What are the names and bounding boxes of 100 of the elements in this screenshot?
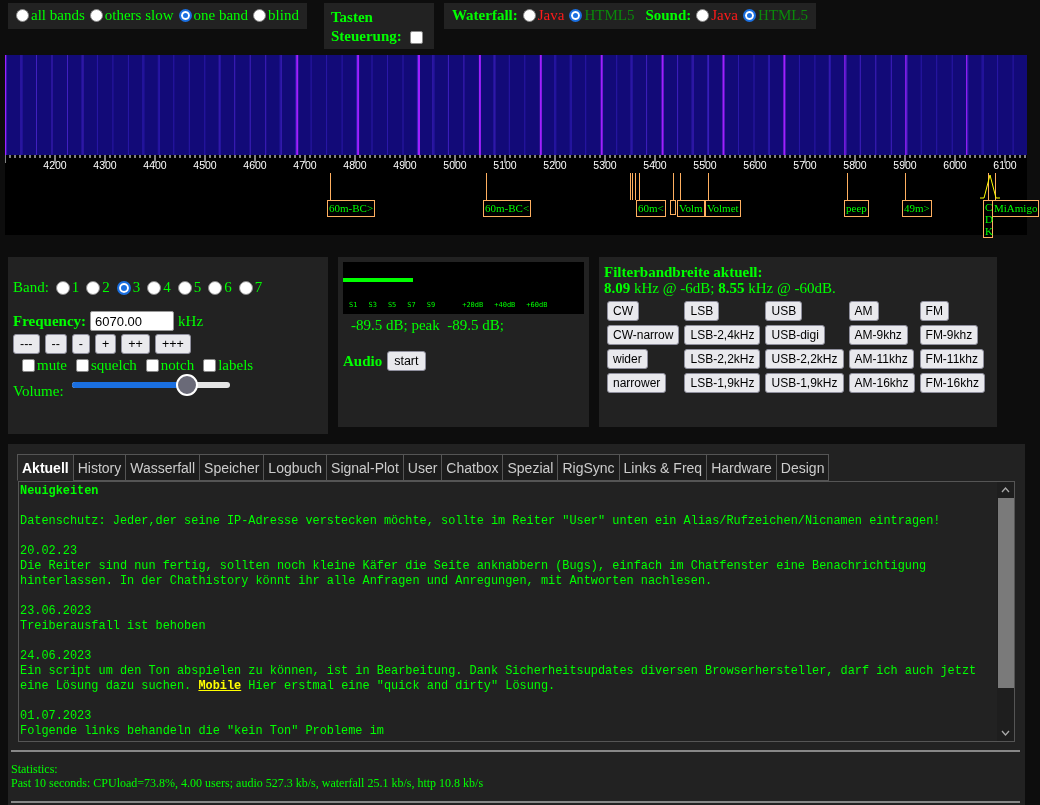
station-label[interactable]: peep — [844, 200, 869, 217]
filter-button[interactable]: wider — [607, 349, 648, 369]
mobile-link[interactable]: Mobile — [198, 679, 242, 693]
filter-button[interactable]: USB-2,2kHz — [765, 349, 844, 369]
filter-button[interactable]: CW-narrow — [607, 325, 680, 345]
station-label[interactable]: Volm — [677, 200, 705, 217]
frequency-label: 5200 — [542, 159, 568, 171]
tab[interactable]: Logbuch — [263, 454, 328, 481]
filter-button[interactable]: AM-9khz — [848, 325, 908, 345]
station-label[interactable]: Volmet — [705, 200, 741, 217]
filter-button[interactable]: LSB-1,9kHz — [684, 373, 761, 393]
frequency-label: 5000 — [442, 159, 468, 171]
frequency-label: 5300 — [592, 159, 618, 171]
news-text: Die Reiter sind nun fertig, sollten noch kleine Käfer die Seite anknabbern (Bugs), einfach im Chatfenster eine Benachrichtigung hinterlassen. In der Chathistory könnt ihr alle Anfragen und Anregungen, mit Antworten nachlesen. — [20, 559, 928, 589]
tab[interactable]: User — [402, 454, 443, 481]
tab[interactable]: Spezial — [502, 454, 559, 481]
radio-button[interactable] — [178, 9, 192, 22]
station-label[interactable]: 60m< — [636, 200, 666, 217]
volume-label: Volume: — [13, 383, 64, 400]
filter-button[interactable]: USB-1,9kHz — [765, 373, 844, 393]
radio-button[interactable] — [177, 280, 192, 295]
tab[interactable]: Aktuell — [17, 454, 74, 481]
scroll-down-icon[interactable] — [1001, 730, 1010, 736]
step-button[interactable]: +++ — [154, 334, 191, 354]
filter-button[interactable]: FM-11khz — [919, 349, 984, 369]
tab[interactable]: Hardware — [706, 454, 777, 481]
checkbox[interactable] — [203, 359, 217, 372]
filter-button[interactable]: CW — [607, 301, 639, 321]
radio-button[interactable] — [522, 9, 536, 22]
filter-button[interactable]: USB-digi — [765, 325, 825, 345]
radio-label: 5 — [193, 279, 202, 296]
station-label[interactable]: 49m> — [902, 200, 932, 217]
radio-button[interactable] — [16, 9, 29, 22]
frequency-label: 5900 — [892, 159, 918, 171]
tab[interactable]: History — [72, 454, 127, 481]
radio-button[interactable] — [208, 280, 223, 295]
tab[interactable]: RigSync — [557, 454, 620, 481]
client-label: Waterfall: — [451, 7, 518, 24]
radio-button[interactable] — [55, 280, 70, 295]
radio-label: 4 — [163, 279, 171, 296]
radio-button[interactable] — [116, 280, 131, 295]
tab[interactable]: Links & Freq — [618, 454, 708, 481]
radio-button[interactable] — [86, 280, 101, 295]
radio-button[interactable] — [238, 280, 253, 295]
slider-thumb[interactable] — [175, 374, 198, 396]
news-date: 24.06.2023 — [20, 649, 93, 664]
radio-button[interactable] — [89, 9, 103, 22]
tab[interactable]: Design — [775, 454, 830, 481]
step-button[interactable]: ++ — [121, 334, 150, 354]
frequency-label: 5600 — [742, 159, 768, 171]
step-button[interactable]: -- — [44, 334, 67, 354]
signal-reading: -89.5 dB; peak -89.5 dB; — [351, 317, 505, 334]
station-marker-line — [673, 173, 674, 200]
step-button[interactable]: - — [71, 334, 90, 354]
filter-button[interactable]: LSB — [684, 301, 720, 321]
scrollbar-thumb[interactable] — [997, 498, 1014, 688]
tuning-marker[interactable] — [980, 173, 1000, 199]
radio-button[interactable] — [742, 9, 756, 22]
tab[interactable]: Wasserfall — [125, 454, 201, 481]
radio-label: Java — [537, 7, 565, 24]
radio-label: Java — [711, 7, 738, 24]
step-button[interactable]: --- — [13, 334, 40, 354]
filter-button[interactable]: FM-9khz — [919, 325, 979, 345]
volume-slider[interactable] — [71, 374, 230, 396]
filter-button[interactable]: LSB-2,4kHz — [684, 325, 761, 345]
checkbox[interactable] — [76, 359, 89, 372]
station-label[interactable]: MiAmigo — [992, 200, 1040, 217]
checkbox[interactable] — [145, 359, 159, 372]
frequency-label: 5400 — [642, 159, 668, 171]
scrollbar[interactable] — [997, 482, 1014, 741]
filter-button[interactable]: narrower — [607, 373, 667, 393]
filter-button[interactable]: AM — [848, 301, 879, 321]
station-marker-line — [635, 173, 636, 200]
tab[interactable]: Chatbox — [441, 454, 504, 481]
client-label: Sound: — [645, 7, 692, 24]
station-label[interactable]: 60m-BC> — [327, 200, 376, 217]
frequency-input[interactable]: 6070.00 — [90, 311, 175, 331]
radio-button[interactable] — [147, 280, 162, 295]
tab[interactable]: Signal-Plot — [326, 454, 404, 481]
checkbox[interactable] — [22, 359, 35, 372]
news-text: Treiberausfall ist behoben — [20, 619, 207, 634]
radio-button[interactable] — [569, 9, 583, 22]
radio-button[interactable] — [253, 9, 267, 22]
filter-button[interactable]: FM-16khz — [919, 373, 985, 393]
start-button[interactable]: start — [387, 351, 426, 371]
frequency-label: 4800 — [342, 159, 368, 171]
station-label-stub[interactable] — [670, 200, 676, 215]
checkbox[interactable] — [409, 31, 423, 45]
filter-button[interactable]: LSB-2,2kHz — [684, 349, 761, 369]
station-marker-line — [847, 173, 848, 200]
frequency-label: 4400 — [142, 159, 168, 171]
scroll-up-icon[interactable] — [1001, 487, 1010, 493]
tab[interactable]: Speicher — [199, 454, 265, 481]
filter-button[interactable]: FM — [919, 301, 949, 321]
filter-button[interactable]: AM-16khz — [848, 373, 915, 393]
step-button[interactable]: + — [95, 334, 117, 354]
radio-button[interactable] — [696, 9, 710, 22]
filter-button[interactable]: AM-11khz — [848, 349, 914, 369]
station-label[interactable]: 60m-BC< — [483, 200, 532, 217]
filter-button[interactable]: USB — [765, 301, 803, 321]
